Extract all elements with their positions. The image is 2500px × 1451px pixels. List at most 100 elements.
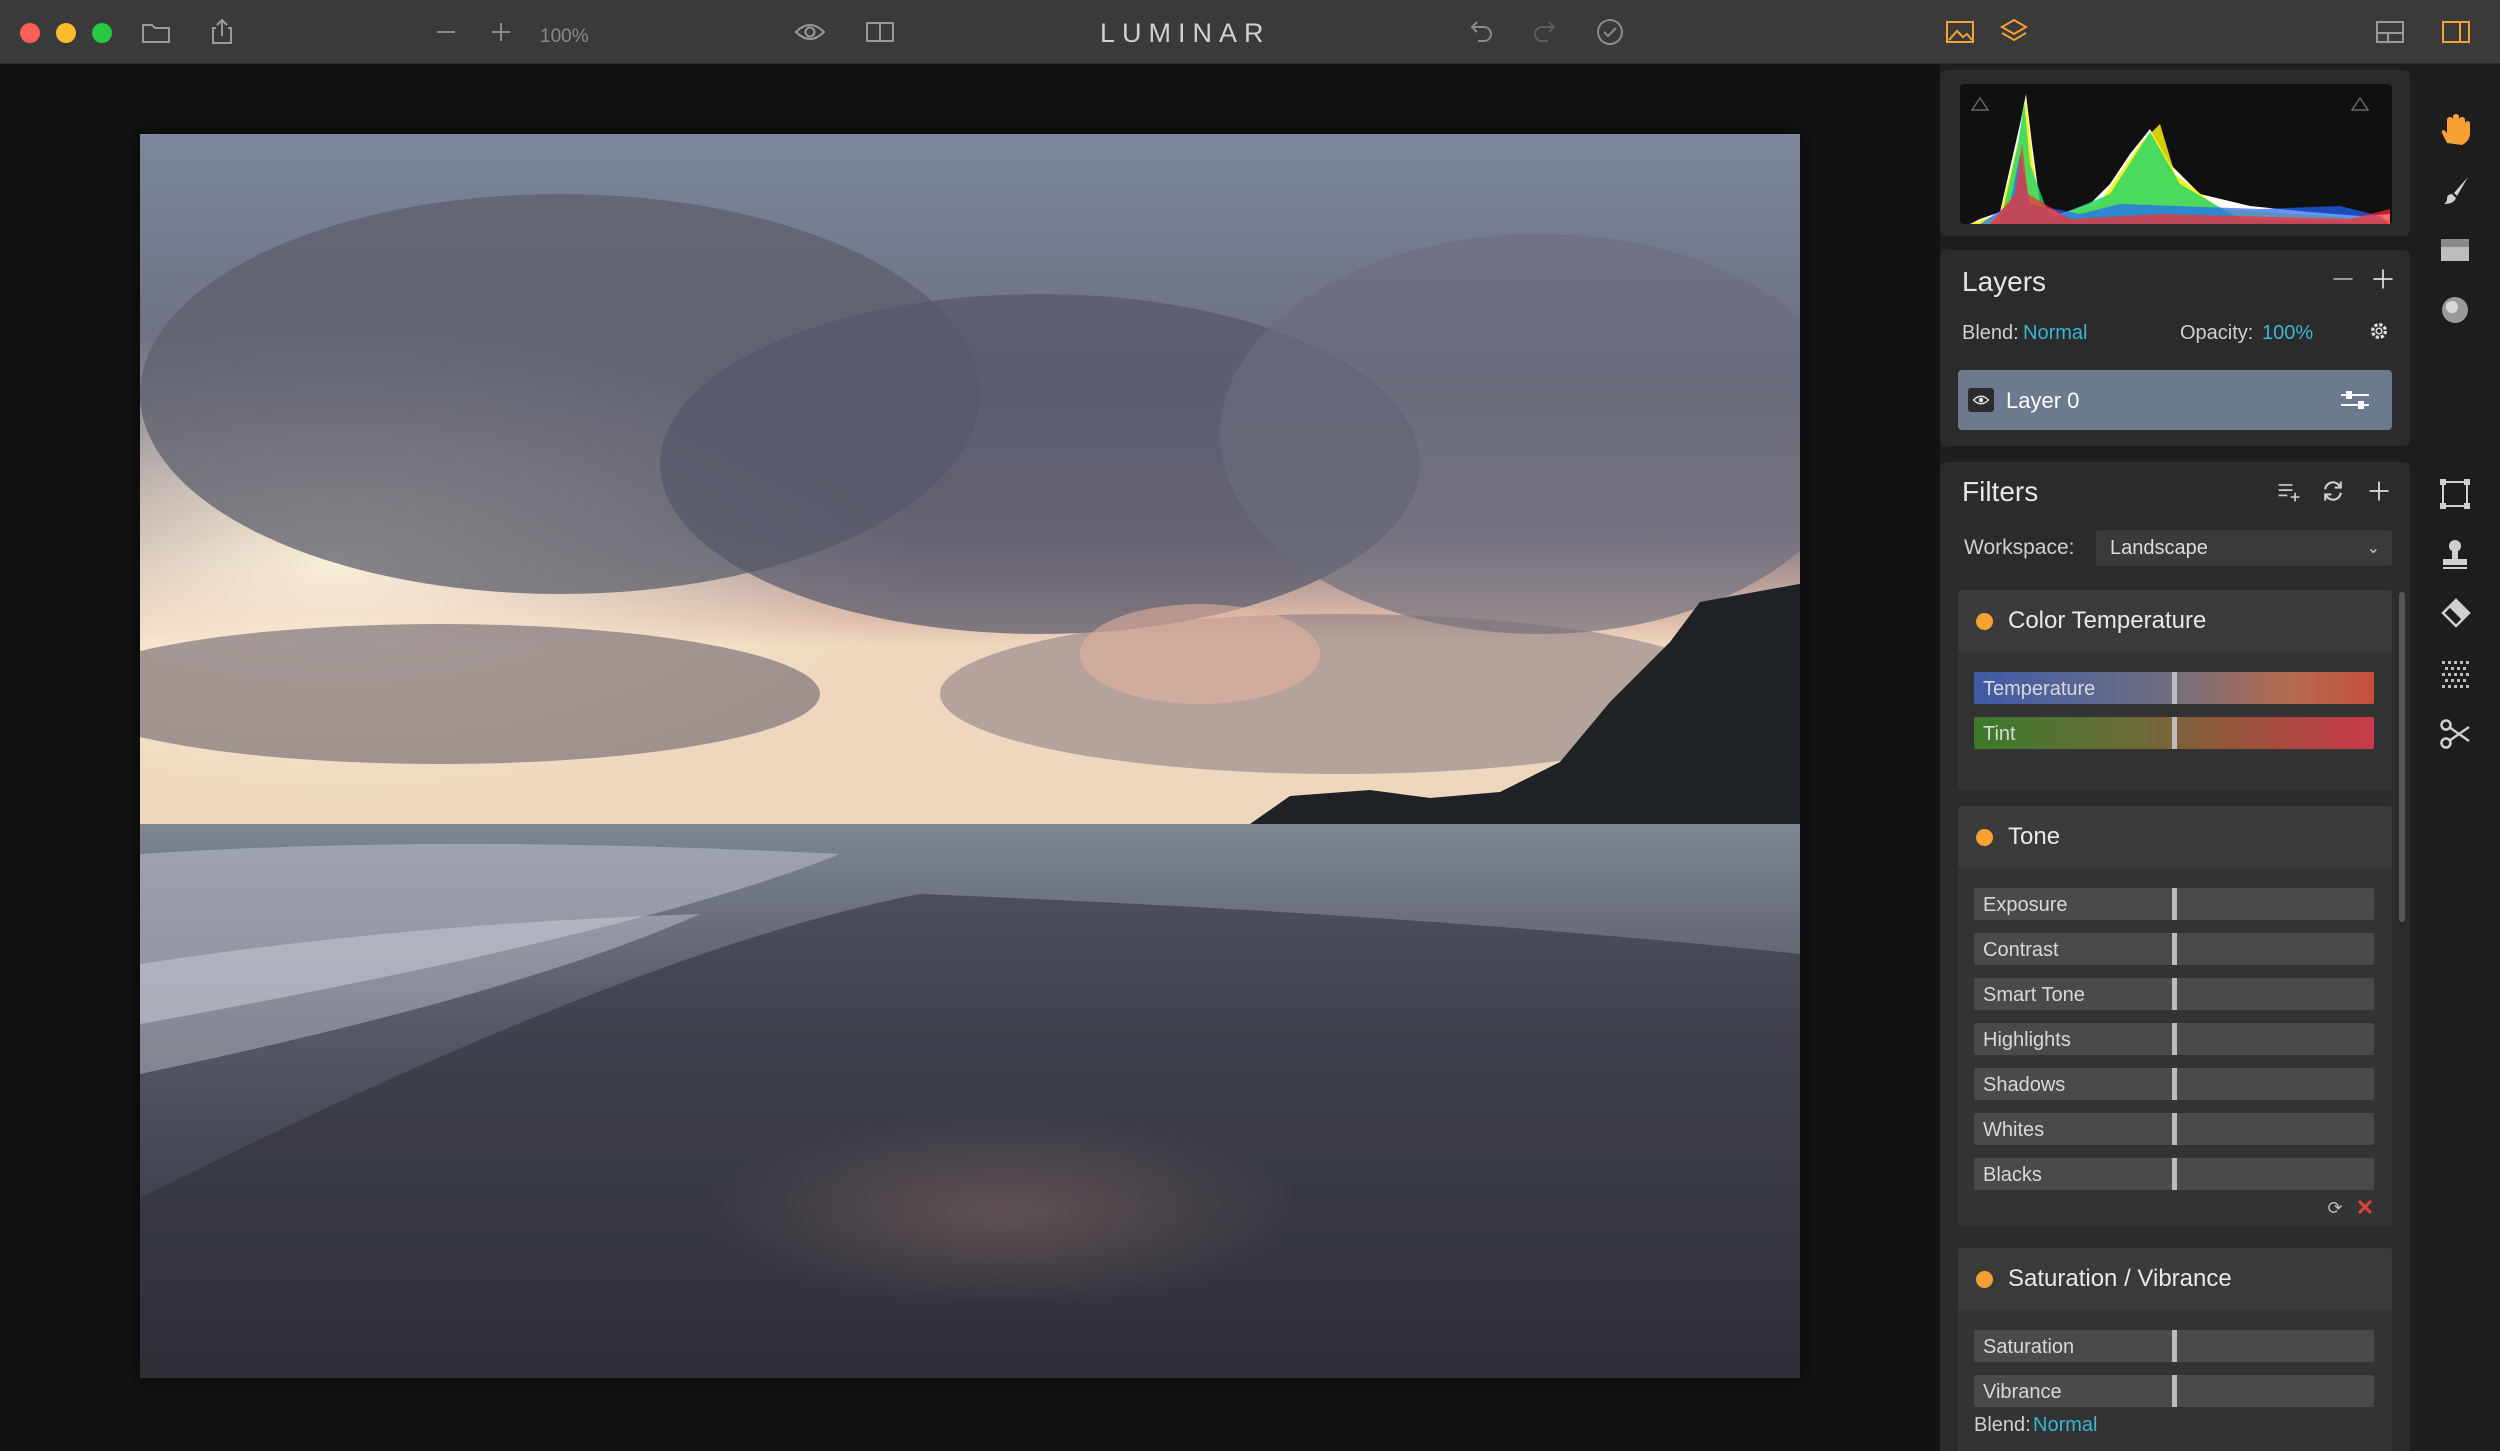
gradient-mask-icon[interactable] (2437, 232, 2473, 268)
maximize-window-button[interactable] (92, 23, 112, 43)
filters-card: Filters Workspace: Landscape ⌄ Color Tem… (1940, 462, 2410, 1451)
tint-slider[interactable]: Tint (1974, 717, 2374, 749)
layer-name[interactable]: Layer 0 (2006, 388, 2079, 414)
gear-icon[interactable] (2364, 316, 2394, 346)
slider-thumb[interactable] (2172, 1023, 2177, 1055)
redo-icon[interactable] (1528, 16, 1564, 48)
slider-thumb[interactable] (2172, 978, 2177, 1010)
filter-title: Tone (2008, 823, 2061, 850)
highlights-slider[interactable]: Highlights (1974, 1023, 2374, 1055)
title-bar: 100% LUMINAR (0, 0, 2500, 64)
filter-blend-label: Blend: (1974, 1414, 2031, 1436)
slider-thumb[interactable] (2172, 888, 2177, 920)
shadows-slider[interactable]: Shadows (1974, 1068, 2374, 1100)
filters-scrollbar[interactable] (2399, 592, 2405, 922)
eraser-icon[interactable] (2437, 596, 2473, 632)
histogram (1960, 84, 2392, 224)
clone-stamp-icon[interactable] (2437, 536, 2473, 572)
radial-mask-icon[interactable] (2437, 292, 2473, 328)
hand-icon[interactable] (2437, 112, 2473, 148)
minus-icon[interactable] (428, 16, 464, 48)
check-circle-icon[interactable] (1592, 16, 1628, 48)
exposure-slider[interactable]: Exposure (1974, 888, 2374, 920)
slider-thumb[interactable] (2172, 1068, 2177, 1100)
folder-icon[interactable] (138, 16, 174, 48)
vibrance-slider[interactable]: Vibrance (1974, 1375, 2374, 1407)
slider-label: Saturation (1983, 1336, 2075, 1358)
close-window-button[interactable] (20, 23, 40, 43)
luminar-window: 100% LUMINAR Layers Blend: Normal Opacit… (0, 0, 2500, 1451)
slider-label: Highlights (1983, 1029, 2071, 1051)
whites-slider[interactable]: Whites (1974, 1113, 2374, 1145)
layout-icon[interactable] (2372, 16, 2408, 48)
layer-row[interactable]: Layer 0 (1958, 370, 2392, 430)
blacks-slider[interactable]: Blacks (1974, 1158, 2374, 1190)
image-icon[interactable] (1942, 16, 1978, 48)
slider-label: Vibrance (1983, 1381, 2062, 1403)
add-layer-button[interactable] (2368, 264, 2398, 294)
opacity-value[interactable]: 100% (2262, 322, 2313, 345)
filter-enabled-dot[interactable] (1976, 829, 1993, 846)
right-panel: Layers Blend: Normal Opacity: 100% Layer… (1940, 64, 2410, 1451)
smart-tone-slider[interactable]: Smart Tone (1974, 978, 2374, 1010)
slider-thumb[interactable] (2172, 717, 2177, 749)
undo-icon[interactable] (1462, 16, 1498, 48)
contrast-slider[interactable]: Contrast (1974, 933, 2374, 965)
slider-thumb[interactable] (2172, 1113, 2177, 1145)
slider-thumb[interactable] (2172, 1330, 2177, 1362)
slider-label: Smart Tone (1983, 984, 2085, 1006)
histogram-card (1940, 70, 2410, 236)
workspace-value: Landscape (2110, 537, 2208, 559)
layer-blend-value[interactable]: Normal (2023, 322, 2087, 345)
transform-icon[interactable] (2437, 476, 2473, 512)
tool-strip (2410, 64, 2500, 1451)
beach-sunset-photo[interactable] (140, 134, 1800, 1378)
layer-blend-label: Blend: (1962, 322, 2019, 344)
remove-filter-icon[interactable]: ✕ (2354, 1197, 2376, 1219)
filter-header[interactable]: Color Temperature (1958, 590, 2392, 652)
refresh-icon[interactable] (2318, 476, 2348, 506)
slider-thumb[interactable] (2172, 933, 2177, 965)
add-filter-button[interactable] (2364, 476, 2394, 506)
slider-label: Blacks (1983, 1164, 2042, 1186)
filter-title: Saturation / Vibrance (2008, 1265, 2232, 1292)
workspace-select[interactable]: Landscape ⌄ (2096, 530, 2392, 566)
share-icon[interactable] (204, 16, 240, 48)
filter-enabled-dot[interactable] (1976, 1271, 1993, 1288)
minimize-window-button[interactable] (56, 23, 76, 43)
layers-icon[interactable] (1996, 16, 2032, 48)
remove-layer-button[interactable] (2328, 264, 2358, 294)
workspace-label: Workspace: (1964, 536, 2075, 559)
sidebar-icon[interactable] (2438, 16, 2474, 48)
filter-enabled-dot[interactable] (1976, 613, 1993, 630)
crop-icon[interactable] (2437, 716, 2473, 752)
slider-label: Contrast (1983, 939, 2059, 961)
filter-header[interactable]: Saturation / Vibrance (1958, 1248, 2392, 1310)
layers-card: Layers Blend: Normal Opacity: 100% Layer… (1940, 250, 2410, 446)
zoom-level[interactable]: 100% (540, 26, 589, 48)
layer-visibility-eye-icon[interactable] (1968, 388, 1994, 412)
plus-icon[interactable] (483, 16, 519, 48)
chevron-down-icon: ⌄ (2366, 540, 2380, 557)
slider-thumb[interactable] (2172, 1158, 2177, 1190)
slider-thumb[interactable] (2172, 672, 2177, 704)
split-view-icon[interactable] (862, 16, 898, 48)
filter-list-icon[interactable] (2274, 476, 2304, 506)
slider-thumb[interactable] (2172, 1375, 2177, 1407)
slider-label: Exposure (1983, 894, 2068, 916)
noise-icon[interactable] (2437, 656, 2473, 692)
filter-header[interactable]: Tone (1958, 806, 2392, 868)
layers-title: Layers (1962, 266, 2047, 297)
filters-title: Filters (1962, 476, 2039, 507)
reset-filter-icon[interactable]: ⟳ (2324, 1197, 2346, 1219)
saturation-slider[interactable]: Saturation (1974, 1330, 2374, 1362)
slider-label: Temperature (1983, 678, 2096, 700)
temperature-slider[interactable]: Temperature (1974, 672, 2374, 704)
eye-icon[interactable] (792, 16, 828, 48)
brush-icon[interactable] (2437, 172, 2473, 208)
image-canvas[interactable] (0, 64, 1940, 1451)
layer-adjust-icon[interactable] (2338, 386, 2372, 414)
slider-label: Shadows (1983, 1074, 2066, 1096)
filter-blend-value[interactable]: Normal (2033, 1414, 2097, 1437)
filter-tone: Tone Exposure Contrast Smart Tone Highli… (1958, 806, 2392, 1226)
